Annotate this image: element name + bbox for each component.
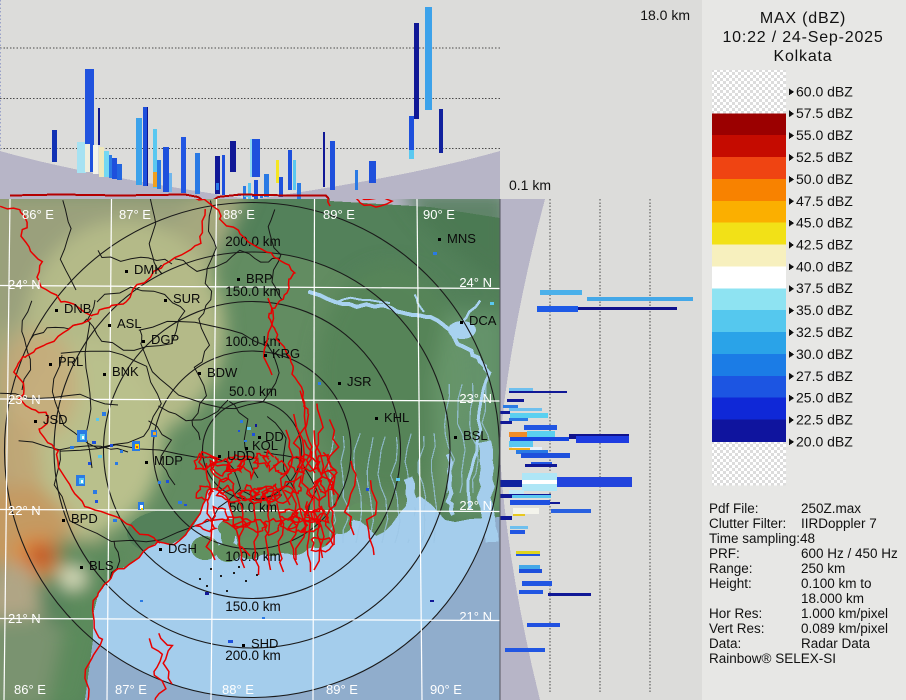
svg-text:1.000 km/pixel: 1.000 km/pixel <box>801 606 888 621</box>
svg-text:MDP: MDP <box>154 453 183 468</box>
svg-text:37.5 dBZ: 37.5 dBZ <box>796 280 853 296</box>
svg-text:23° N: 23° N <box>459 391 492 406</box>
svg-text:DCA: DCA <box>469 313 497 328</box>
svg-text:18.000 km: 18.000 km <box>801 591 864 606</box>
svg-text:89° E: 89° E <box>326 682 358 697</box>
svg-text:BPD: BPD <box>71 511 98 526</box>
svg-text:SHD: SHD <box>251 636 278 651</box>
svg-text:BDW: BDW <box>207 365 238 380</box>
svg-text:PRF:: PRF: <box>709 546 740 561</box>
svg-text:Vert Res:: Vert Res: <box>709 621 765 636</box>
svg-text:PRL: PRL <box>58 354 83 369</box>
svg-text:Rainbow® SELEX-SI: Rainbow® SELEX-SI <box>709 651 836 666</box>
svg-text:47.5 dBZ: 47.5 dBZ <box>796 193 853 209</box>
svg-text:23° N: 23° N <box>8 392 41 407</box>
svg-text:Clutter Filter:: Clutter Filter: <box>709 516 786 531</box>
svg-text:86° E: 86° E <box>22 207 54 222</box>
svg-text:MNS: MNS <box>447 231 476 246</box>
svg-text:0.1 km: 0.1 km <box>509 177 551 193</box>
svg-text:150.0 km: 150.0 km <box>225 599 281 614</box>
svg-text:BNK: BNK <box>112 364 139 379</box>
svg-text:DNB: DNB <box>64 301 91 316</box>
svg-text:86° E: 86° E <box>14 682 46 697</box>
svg-text:22° N: 22° N <box>8 503 41 518</box>
svg-text:22.5 dBZ: 22.5 dBZ <box>796 412 853 428</box>
svg-text:BSL: BSL <box>463 428 488 443</box>
svg-text:30.0 dBZ: 30.0 dBZ <box>796 346 853 362</box>
svg-text:SUR: SUR <box>173 291 200 306</box>
svg-text:JSR: JSR <box>347 374 372 389</box>
svg-text:250 km: 250 km <box>801 561 845 576</box>
svg-text:55.0 dBZ: 55.0 dBZ <box>796 127 853 143</box>
svg-text:BRP: BRP <box>246 271 273 286</box>
svg-text:32.5 dBZ: 32.5 dBZ <box>796 324 853 340</box>
svg-text:22° N: 22° N <box>459 498 492 513</box>
svg-text:42.5 dBZ: 42.5 dBZ <box>796 237 853 253</box>
svg-text:27.5 dBZ: 27.5 dBZ <box>796 368 853 384</box>
svg-text:Kolkata: Kolkata <box>774 48 833 65</box>
svg-text:MAX (dBZ): MAX (dBZ) <box>760 10 846 27</box>
svg-text:DGH: DGH <box>168 541 197 556</box>
svg-text:20.0 dBZ: 20.0 dBZ <box>796 433 853 449</box>
svg-text:IIRDoppler 7: IIRDoppler 7 <box>801 516 877 531</box>
svg-text:88° E: 88° E <box>222 682 254 697</box>
svg-text:0.089 km/pixel: 0.089 km/pixel <box>801 621 888 636</box>
svg-text:0.100 km to: 0.100 km to <box>801 576 872 591</box>
svg-text:Pdf File:: Pdf File: <box>709 501 759 516</box>
svg-text:150.0 km: 150.0 km <box>225 284 281 299</box>
svg-text:UDD: UDD <box>227 448 255 463</box>
svg-text:40.0 dBZ: 40.0 dBZ <box>796 258 853 274</box>
svg-text:KRG: KRG <box>272 346 300 361</box>
svg-text:57.5 dBZ: 57.5 dBZ <box>796 105 853 121</box>
svg-text:Data:: Data: <box>709 636 741 651</box>
svg-text:24° N: 24° N <box>459 275 492 290</box>
svg-text:Hor Res:: Hor Res: <box>709 606 762 621</box>
svg-text:25.0 dBZ: 25.0 dBZ <box>796 390 853 406</box>
svg-text:87° E: 87° E <box>119 207 151 222</box>
svg-text:600 Hz / 450 Hz: 600 Hz / 450 Hz <box>801 546 898 561</box>
svg-text:KOL: KOL <box>252 438 278 453</box>
svg-text:DGP: DGP <box>151 332 179 347</box>
svg-text:52.5 dBZ: 52.5 dBZ <box>796 149 853 165</box>
svg-text:100.0 km: 100.0 km <box>225 549 281 564</box>
svg-text:87° E: 87° E <box>115 682 147 697</box>
svg-text:ASL: ASL <box>117 316 142 331</box>
svg-text:88° E: 88° E <box>223 207 255 222</box>
svg-text:18.0 km: 18.0 km <box>640 7 690 23</box>
svg-text:BLS: BLS <box>89 558 114 573</box>
svg-text:Time sampling:48: Time sampling:48 <box>709 531 815 546</box>
svg-text:Range:: Range: <box>709 561 753 576</box>
svg-text:10:22 / 24-Sep-2025: 10:22 / 24-Sep-2025 <box>722 29 883 46</box>
svg-text:89° E: 89° E <box>323 207 355 222</box>
svg-text:90° E: 90° E <box>430 682 462 697</box>
svg-text:60.0 dBZ: 60.0 dBZ <box>796 83 853 99</box>
svg-text:Radar Data: Radar Data <box>801 636 871 651</box>
svg-text:24° N: 24° N <box>8 277 41 292</box>
svg-text:250Z.max: 250Z.max <box>801 501 861 516</box>
svg-text:Height:: Height: <box>709 576 752 591</box>
svg-text:90° E: 90° E <box>423 207 455 222</box>
svg-text:50.0 dBZ: 50.0 dBZ <box>796 171 853 187</box>
svg-text:JSD: JSD <box>43 412 68 427</box>
svg-text:KHL: KHL <box>384 410 409 425</box>
svg-text:45.0 dBZ: 45.0 dBZ <box>796 215 853 231</box>
svg-text:21° N: 21° N <box>8 611 41 626</box>
svg-text:35.0 dBZ: 35.0 dBZ <box>796 302 853 318</box>
svg-text:21° N: 21° N <box>459 609 492 624</box>
svg-text:DMK: DMK <box>134 262 163 277</box>
